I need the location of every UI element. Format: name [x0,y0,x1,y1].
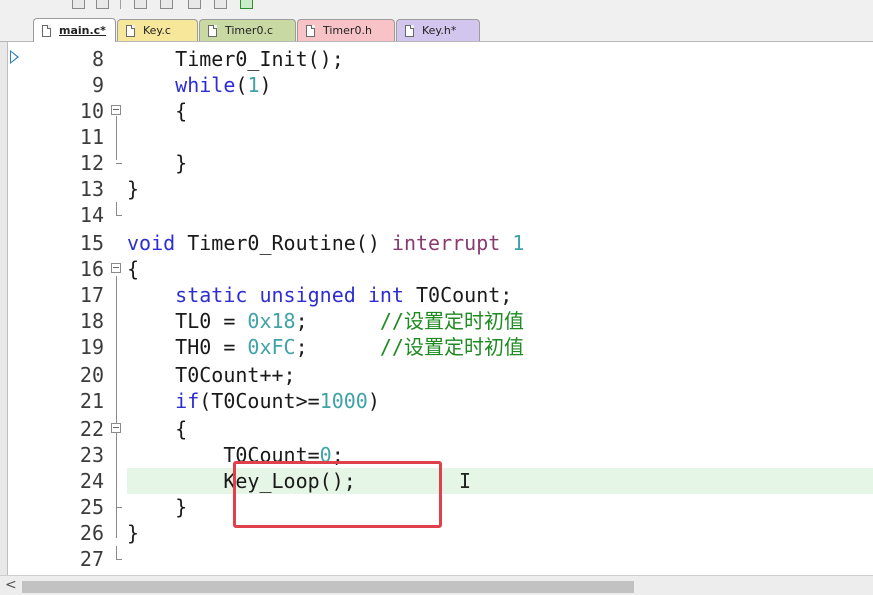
code-text: } [127,177,140,201]
line-number: 15 [79,231,104,255]
line-number: 21 [79,389,104,413]
code-text: { [127,417,188,441]
code-text: { [127,99,188,123]
toolbar-separator [120,0,121,9]
tab-key-c[interactable]: Key.c [117,19,198,41]
fold-toggle-icon[interactable] [111,263,121,273]
code-text: while(1) [175,73,272,97]
code-line-11[interactable]: 11 [0,124,873,150]
fold-end-mark [116,163,122,164]
code-text: void Timer0_Routine() interrupt 1 [127,231,525,255]
file-icon [42,24,51,37]
tab-label: Timer0.h [323,24,372,37]
code-line-13[interactable]: 13 } [0,176,873,202]
tab-timer0-c[interactable]: Timer0.c [199,19,296,41]
fold-end-mark [116,202,122,216]
toolbar-tool-icon[interactable] [96,0,109,9]
code-line-16[interactable]: 16 { [0,256,873,282]
code-text: T0Count++; [127,363,296,387]
highlight-annotation-box [233,461,442,528]
line-number: 24 [79,469,104,493]
scrollbar-thumb[interactable] [22,581,634,593]
line-number: 19 [79,335,104,359]
toolbar-dropdown-icon[interactable] [72,0,85,9]
code-text: Timer0_Init(); [127,47,344,71]
line-number: 25 [79,495,104,519]
code-line-9[interactable]: 9 while(1) [0,72,873,98]
fold-end-mark [116,507,122,508]
code-line-17[interactable]: 17 static unsigned int T0Count; [0,282,873,308]
line-number: 26 [79,521,104,545]
toolbar-window2-icon[interactable] [160,0,173,9]
text-cursor-icon: I [459,469,472,493]
file-icon [208,24,217,37]
fold-end-mark [116,546,122,560]
tab-label: Key.h* [422,24,457,37]
fold-toggle-icon[interactable] [111,423,121,433]
code-line-15[interactable]: 15 void Timer0_Routine() interrupt 1 [0,230,873,256]
code-text: TL0 = 0x18; //设置定时初值 [127,309,524,333]
code-line-21[interactable]: 21 if(T0Count>=1000) [0,388,873,414]
code-line-22[interactable]: 22 { [0,416,873,442]
code-line-14[interactable]: 14 [0,202,873,228]
toolbar-check-icon[interactable] [240,0,253,9]
code-line-12[interactable]: 12 } [0,150,873,176]
toolbar-diamond-icon[interactable] [188,0,201,9]
code-text: } [127,521,140,545]
code-line-20[interactable]: 20 T0Count++; [0,362,873,388]
line-number: 20 [79,363,104,387]
line-number: 22 [79,417,104,441]
line-number: 27 [79,547,104,571]
code-line-19[interactable]: 19 TH0 = 0xFC; //设置定时初值 [0,334,873,360]
code-line-8[interactable]: 8 Timer0_Init(); [0,46,873,72]
tab-key-h[interactable]: Key.h* [396,19,480,41]
horizontal-scrollbar[interactable]: < [0,575,873,595]
line-number: 17 [79,283,104,307]
toolbar-arrow-icon[interactable] [214,0,227,9]
file-icon [405,24,414,37]
fold-toggle-icon[interactable] [111,105,121,115]
file-tab-bar: main.c* Key.c Timer0.c Timer0.h Key.h* [0,16,873,42]
tab-label: Timer0.c [225,24,273,37]
line-number: 18 [79,309,104,333]
scroll-left-arrow-icon[interactable]: < [5,577,17,593]
line-number: 12 [79,151,104,175]
code-line-27[interactable]: 27 [0,546,873,572]
tab-main-c[interactable]: main.c* [33,18,116,42]
file-icon [306,24,315,37]
file-icon [126,24,135,37]
code-editor[interactable]: 8 Timer0_Init(); 9 while(1) 10 { 11 12 }… [0,42,873,575]
tab-label: Key.c [143,24,171,37]
code-line-18[interactable]: 18 TL0 = 0x18; //设置定时初值 [0,308,873,334]
code-text: TH0 = 0xFC; //设置定时初值 [127,335,524,359]
code-text: } [127,151,188,175]
toolbar [0,0,873,16]
line-number: 23 [79,443,104,467]
line-number: 16 [79,257,104,281]
code-line-10[interactable]: 10 { [0,98,873,124]
tab-label: main.c* [59,24,106,37]
code-text: if(T0Count>=1000) [175,389,380,413]
code-text: { [127,257,140,281]
line-number: 10 [79,99,104,123]
toolbar-window-icon[interactable] [134,0,147,9]
line-number: 14 [79,203,104,227]
line-number: 8 [91,47,104,71]
tab-timer0-h[interactable]: Timer0.h [297,19,395,41]
line-number: 13 [79,177,104,201]
line-number: 9 [91,73,104,97]
code-text: } [127,495,188,519]
code-text: static unsigned int T0Count; [175,283,513,307]
line-number: 11 [79,125,104,149]
